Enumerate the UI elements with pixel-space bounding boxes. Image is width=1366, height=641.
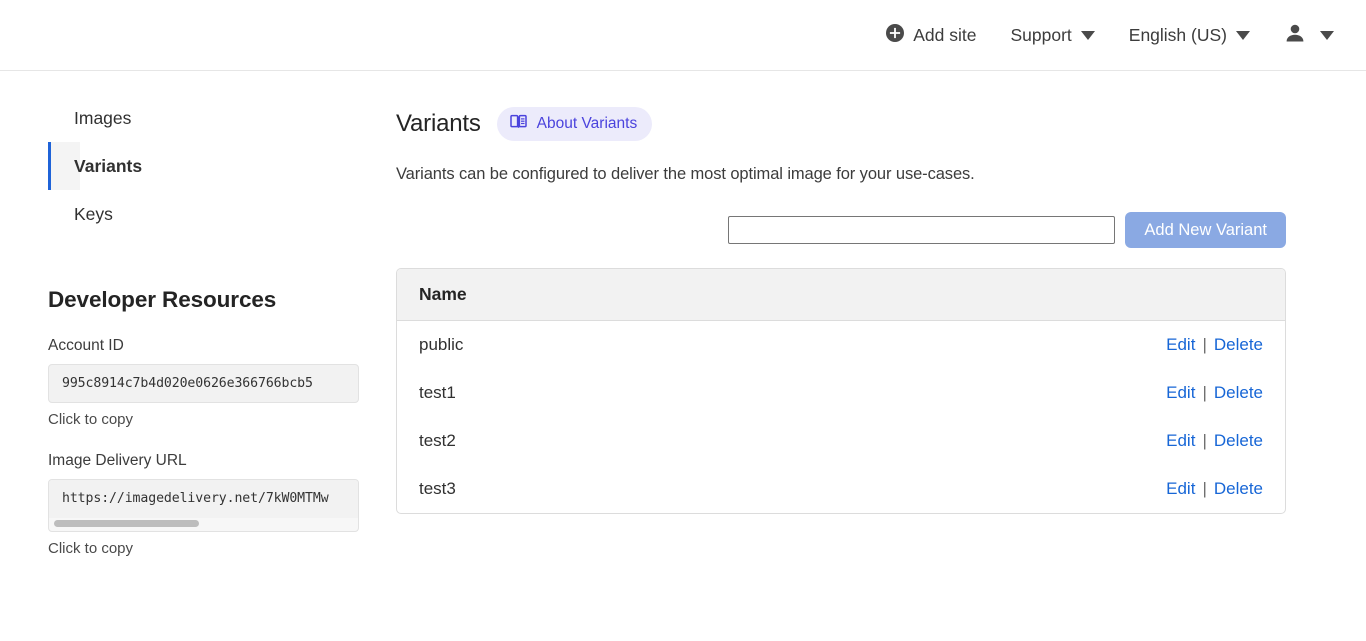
book-icon bbox=[509, 113, 527, 135]
page-title-row: Variants About Variants bbox=[396, 107, 1286, 141]
about-variants-label: About Variants bbox=[536, 115, 638, 132]
action-separator: | bbox=[1202, 383, 1207, 402]
top-header-bar: Add site Support English (US) bbox=[0, 0, 1366, 71]
sidebar-nav-list: Images Variants Keys bbox=[0, 94, 390, 238]
main-content: Variants About Variants Variants can be … bbox=[390, 71, 1366, 641]
table-header-row: Name bbox=[397, 269, 1285, 321]
page-title: Variants bbox=[396, 110, 481, 137]
add-variant-row: Add New Variant bbox=[396, 212, 1286, 248]
about-variants-badge[interactable]: About Variants bbox=[496, 107, 653, 141]
row-actions: Edit | Delete bbox=[1166, 479, 1263, 499]
action-separator: | bbox=[1202, 431, 1207, 450]
plus-circle-icon bbox=[886, 23, 905, 47]
action-separator: | bbox=[1202, 335, 1207, 354]
variant-name: test3 bbox=[419, 479, 456, 498]
table-row[interactable]: public Edit | Delete bbox=[397, 321, 1285, 369]
image-delivery-url-copy-box[interactable]: https://imagedelivery.net/7kW0MTMw bbox=[48, 479, 359, 532]
developer-resources-heading: Developer Resources bbox=[48, 287, 277, 312]
account-id-label: Account ID bbox=[48, 337, 124, 354]
support-label: Support bbox=[1010, 24, 1072, 45]
user-account-menu[interactable] bbox=[1284, 22, 1334, 49]
add-site-label: Add site bbox=[913, 24, 977, 45]
chevron-down-icon bbox=[1236, 30, 1250, 40]
sidebar-item-variants[interactable]: Variants bbox=[48, 142, 142, 190]
edit-link[interactable]: Edit bbox=[1166, 479, 1195, 499]
page-description: Variants can be configured to deliver th… bbox=[396, 165, 975, 183]
add-site-button[interactable]: Add site bbox=[886, 23, 977, 47]
language-menu[interactable]: English (US) bbox=[1129, 25, 1250, 46]
sidebar-item-label: Variants bbox=[74, 155, 143, 176]
image-delivery-url-field-group: Image Delivery URL https://imagedelivery… bbox=[48, 452, 359, 557]
sidebar-item-label: Keys bbox=[74, 203, 113, 224]
page-body: Images Variants Keys Developer Resources… bbox=[0, 71, 1366, 641]
sidebar-item-keys[interactable]: Keys bbox=[48, 190, 390, 238]
chevron-down-icon bbox=[1320, 30, 1334, 40]
delete-link[interactable]: Delete bbox=[1214, 431, 1263, 451]
edit-link[interactable]: Edit bbox=[1166, 335, 1195, 355]
edit-link[interactable]: Edit bbox=[1166, 431, 1195, 451]
account-id-copy-hint: Click to copy bbox=[48, 411, 134, 428]
sidebar-item-label: Images bbox=[74, 107, 132, 128]
person-icon bbox=[1284, 22, 1306, 49]
sidebar: Images Variants Keys Developer Resources… bbox=[0, 71, 390, 641]
support-menu[interactable]: Support bbox=[1010, 24, 1095, 46]
edit-link[interactable]: Edit bbox=[1166, 383, 1195, 403]
table-row[interactable]: test3 Edit | Delete bbox=[397, 465, 1285, 513]
image-delivery-url-value: https://imagedelivery.net/7kW0MTMw bbox=[49, 480, 358, 518]
variant-name: public bbox=[419, 335, 464, 354]
chevron-down-icon bbox=[1080, 30, 1095, 40]
account-id-value: 995c8914c7b4d020e0626e366766bcb5 bbox=[62, 376, 313, 391]
sidebar-item-images[interactable]: Images bbox=[48, 94, 390, 142]
action-separator: | bbox=[1202, 479, 1207, 498]
language-label: English (US) bbox=[1128, 24, 1227, 45]
add-new-variant-button[interactable]: Add New Variant bbox=[1125, 212, 1286, 248]
account-id-copy-box[interactable]: 995c8914c7b4d020e0626e366766bcb5 bbox=[48, 364, 359, 403]
variants-table: Name public Edit | Delete test1 Edit | D… bbox=[396, 268, 1286, 514]
delete-link[interactable]: Delete bbox=[1214, 335, 1263, 355]
delete-link[interactable]: Delete bbox=[1214, 479, 1263, 499]
row-actions: Edit | Delete bbox=[1166, 431, 1263, 451]
scrollbar-thumb[interactable] bbox=[54, 520, 199, 527]
account-id-field-group: Account ID 995c8914c7b4d020e0626e366766b… bbox=[48, 337, 359, 428]
image-delivery-url-scrollbar[interactable] bbox=[54, 520, 355, 527]
top-navigation: Add site Support English (US) bbox=[886, 22, 1366, 49]
table-row[interactable]: test1 Edit | Delete bbox=[397, 369, 1285, 417]
row-actions: Edit | Delete bbox=[1166, 383, 1263, 403]
variant-name: test2 bbox=[419, 431, 456, 450]
column-header-name: Name bbox=[419, 284, 467, 304]
table-row[interactable]: test2 Edit | Delete bbox=[397, 417, 1285, 465]
variant-name: test1 bbox=[419, 383, 456, 402]
new-variant-name-input[interactable] bbox=[728, 216, 1116, 244]
image-delivery-url-copy-hint: Click to copy bbox=[48, 540, 134, 557]
row-actions: Edit | Delete bbox=[1166, 335, 1263, 355]
image-delivery-url-label: Image Delivery URL bbox=[48, 452, 187, 469]
delete-link[interactable]: Delete bbox=[1214, 383, 1263, 403]
